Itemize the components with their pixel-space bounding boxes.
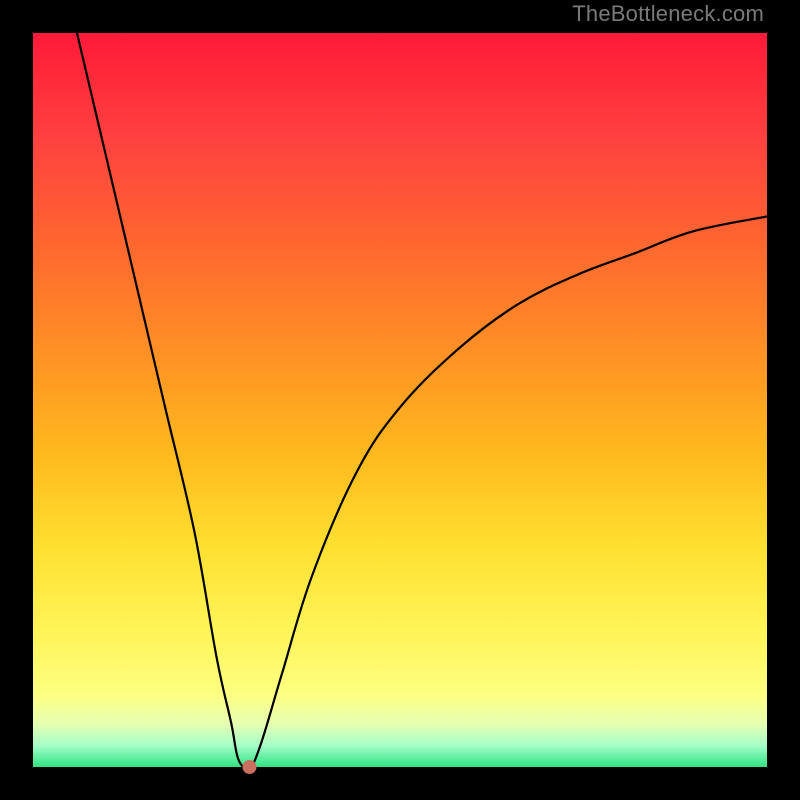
plot-area xyxy=(33,33,767,767)
bottleneck-curve xyxy=(33,33,767,767)
curve-path xyxy=(77,33,767,768)
optimal-marker-dot xyxy=(243,760,257,774)
chart-frame: TheBottleneck.com xyxy=(0,0,800,800)
attribution-label: TheBottleneck.com xyxy=(572,1,764,27)
